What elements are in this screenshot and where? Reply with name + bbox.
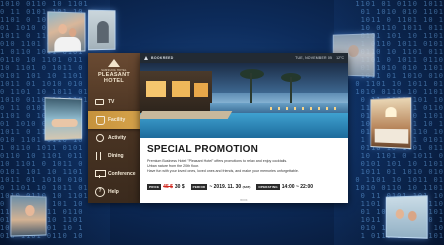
operating-tag: OPERATING (256, 184, 280, 190)
promo-period: ~ 2019. 11. 30 (SAT) (209, 184, 250, 190)
brand-label: BOOKREED (151, 56, 174, 60)
window-footer: BOOK (240, 199, 248, 202)
facility-icon (95, 116, 105, 125)
side-menu: SAMSUNG HOTEL PLEASANT HOTEL TV Facility… (88, 53, 144, 203)
menu-item-facility[interactable]: Facility (88, 111, 144, 129)
logo-line2: HOTEL (103, 78, 125, 84)
operating-hours: 14:00 ~ 22:00 (281, 184, 314, 190)
menu-item-label: Dining (108, 153, 124, 159)
menu-item-conference[interactable]: Conference (88, 165, 140, 183)
menu-list: TV Facility Activity Dining Conference H… (88, 93, 144, 201)
menu-item-label: TV (108, 99, 115, 105)
brand-logo-icon (144, 56, 149, 60)
period-value: ~ 2019. 11. 30 (209, 184, 242, 190)
friends-photo-tile (385, 195, 428, 239)
tv-icon (95, 99, 104, 105)
room-photo-tile (370, 96, 412, 150)
guest-photo-tile (10, 195, 47, 237)
promotion-panel: SPECIAL PROMOTION Premium Business Hotel… (140, 138, 348, 203)
content-window: BOOKREED TUE, NOVEMBER 05 12°C SPECIAL P… (140, 53, 348, 203)
hotel-emblem-icon (108, 59, 120, 68)
promo-info-row: PRICE 45 $ 30 $ PERIOD ~ 2019. 11. 30 (S… (147, 184, 313, 190)
menu-item-tv[interactable]: TV (88, 93, 140, 111)
menu-item-label: Activity (108, 135, 127, 141)
menu-item-label: Facility (108, 117, 126, 123)
promo-price: 30 $ (174, 184, 185, 190)
promo-desc-line: Have fun with your loved ones, loved one… (147, 168, 299, 173)
date-display: TUE, NOVEMBER 05 (295, 56, 333, 60)
menu-item-activity[interactable]: Activity (88, 129, 140, 147)
help-icon (95, 187, 105, 197)
brand: BOOKREED (144, 56, 174, 60)
hotel-logo: SAMSUNG HOTEL PLEASANT HOTEL (88, 59, 140, 84)
menu-item-label: Help (108, 189, 119, 195)
temperature-display: 12°C (336, 56, 344, 60)
period-day: (SAT) (242, 185, 251, 189)
family-photo-tile (47, 11, 86, 53)
promo-description: Premium Business Hotel "Pleasant Hotel" … (147, 159, 342, 173)
menu-item-help[interactable]: Help (88, 183, 140, 201)
menu-item-label: Conference (108, 171, 136, 177)
promo-title: SPECIAL PROMOTION (147, 144, 259, 155)
period-tag: PERIOD (190, 184, 208, 190)
original-price: 45 $ (163, 184, 173, 190)
hero-image (140, 63, 348, 138)
window-header: BOOKREED TUE, NOVEMBER 05 12°C (140, 53, 348, 63)
spa-photo-tile (44, 97, 83, 141)
couple-photo-tile (88, 9, 116, 51)
conference-icon (95, 170, 106, 178)
activity-icon (95, 134, 104, 142)
price-tag: PRICE (147, 184, 162, 190)
dining-icon (95, 152, 104, 160)
menu-item-dining[interactable]: Dining (88, 147, 140, 165)
